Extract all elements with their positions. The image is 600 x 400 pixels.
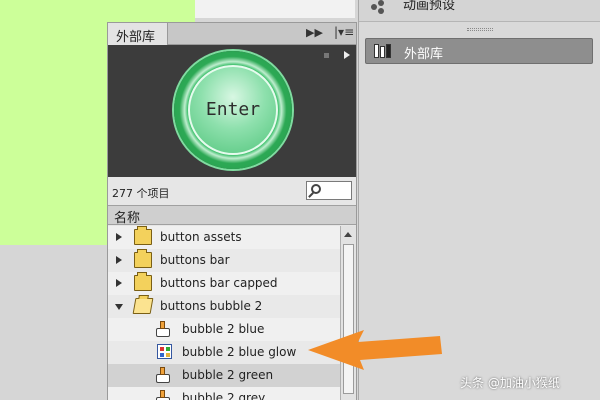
search-icon bbox=[311, 184, 321, 194]
item-label: bubble 2 green bbox=[182, 368, 274, 382]
collapse-panel-icon[interactable]: ▶▶ bbox=[306, 26, 323, 39]
collapse-arrow-icon[interactable] bbox=[115, 304, 123, 310]
scroll-up-arrow-icon[interactable] bbox=[344, 232, 352, 237]
preview-area: Enter bbox=[108, 45, 356, 177]
item-count: 277 个项目 bbox=[112, 187, 170, 200]
bitmap-icon bbox=[157, 344, 172, 359]
presets-icon bbox=[371, 0, 389, 14]
expand-arrow-icon[interactable] bbox=[116, 233, 122, 241]
watermark: 头条 @加油小猴纸 bbox=[460, 376, 560, 390]
panel-header: 外部库 ▶▶ |▾≡ bbox=[108, 23, 356, 45]
column-header-name[interactable]: 名称 bbox=[108, 205, 356, 226]
folder-icon bbox=[134, 226, 152, 245]
animation-presets-label: 动画预设 bbox=[403, 0, 456, 13]
list-item[interactable]: bubble 2 green bbox=[108, 364, 340, 387]
item-label: buttons bar bbox=[160, 253, 230, 267]
library-books-icon bbox=[374, 44, 396, 58]
button-symbol-icon bbox=[156, 321, 174, 337]
list-item[interactable]: buttons bar bbox=[108, 249, 340, 272]
vertical-scrollbar[interactable] bbox=[340, 226, 356, 400]
enter-button-label: Enter bbox=[205, 99, 261, 120]
list-item[interactable]: buttons bar capped bbox=[108, 272, 340, 295]
list-item[interactable]: button assets bbox=[108, 226, 340, 249]
scroll-thumb[interactable] bbox=[343, 244, 354, 394]
panel-grip[interactable] bbox=[467, 28, 493, 31]
enter-button-face: Enter bbox=[188, 65, 278, 155]
stage-white-area bbox=[195, 0, 355, 18]
expand-arrow-icon[interactable] bbox=[116, 256, 122, 264]
external-library-panel-button[interactable]: 外部库 bbox=[365, 38, 593, 64]
enter-button-preview: Enter bbox=[174, 51, 292, 169]
expand-arrow-icon[interactable] bbox=[116, 279, 122, 287]
stop-icon[interactable] bbox=[324, 53, 329, 58]
list-item[interactable]: bubble 2 blue glow bbox=[108, 341, 340, 364]
animation-presets-row[interactable]: 动画预设 bbox=[359, 0, 600, 22]
list-item[interactable]: buttons bubble 2 bbox=[108, 295, 340, 318]
search-input[interactable] bbox=[306, 181, 352, 200]
item-label: button assets bbox=[160, 230, 242, 244]
play-icon[interactable] bbox=[344, 51, 350, 59]
library-item-list: button assets buttons bar buttons bar ca… bbox=[108, 226, 340, 400]
item-label: bubble 2 grey bbox=[182, 391, 266, 400]
folder-icon bbox=[134, 272, 152, 291]
button-symbol-icon bbox=[156, 367, 174, 383]
item-label: buttons bar capped bbox=[160, 276, 278, 290]
item-label: bubble 2 blue glow bbox=[182, 345, 297, 359]
panel-menu-icon[interactable]: |▾≡ bbox=[334, 25, 354, 39]
tab-external-library[interactable]: 外部库 bbox=[108, 23, 168, 45]
item-label: bubble 2 blue bbox=[182, 322, 265, 336]
annotation-arrow-icon bbox=[308, 330, 442, 370]
button-symbol-icon bbox=[156, 390, 174, 400]
folder-icon bbox=[134, 249, 152, 268]
count-row: 277 个项目 bbox=[108, 177, 356, 205]
item-label: buttons bubble 2 bbox=[160, 299, 263, 313]
list-item[interactable]: bubble 2 blue bbox=[108, 318, 340, 341]
list-item[interactable]: bubble 2 grey bbox=[108, 387, 340, 400]
external-library-label: 外部库 bbox=[404, 47, 444, 62]
open-folder-icon bbox=[132, 298, 154, 314]
